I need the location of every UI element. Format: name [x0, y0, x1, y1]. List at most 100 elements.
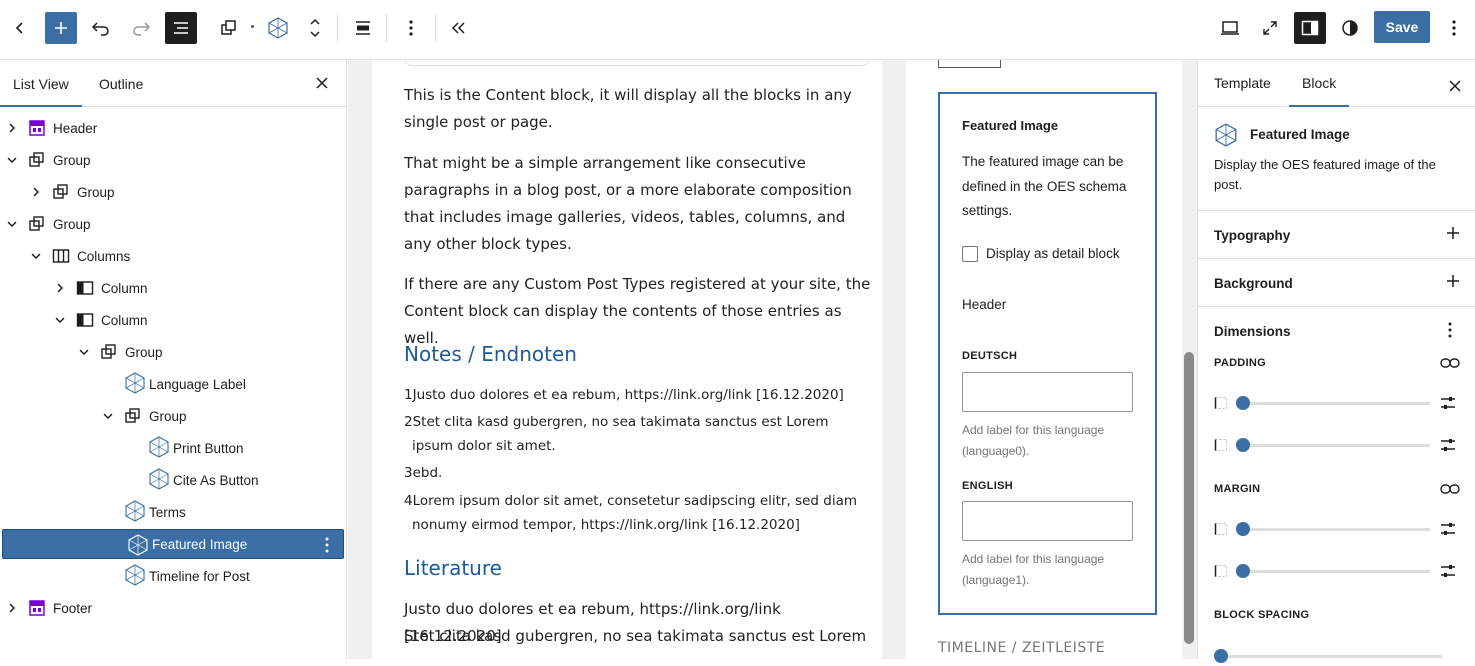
content-paragraph[interactable]: If there are any Custom Post Types regis… — [404, 271, 874, 352]
link-sides-icon[interactable] — [1440, 356, 1460, 375]
add-block-button[interactable] — [45, 12, 77, 44]
block-card-description: Display the OES featured image of the po… — [1214, 157, 1436, 192]
header-label: Header — [962, 297, 1007, 312]
list-view-item[interactable]: Columns — [0, 240, 347, 272]
featured-image-title: Featured Image — [962, 118, 1059, 133]
slider-thumb[interactable] — [1236, 564, 1250, 578]
block-spacing-label: BLOCK SPACING — [1214, 609, 1310, 621]
chevron-down-icon[interactable] — [78, 346, 90, 358]
slider-thumb[interactable] — [1236, 396, 1250, 410]
oes-block-icon[interactable] — [262, 12, 294, 44]
oes-block-icon — [1214, 123, 1238, 152]
note-item[interactable]: 3ebd. — [404, 461, 864, 485]
literature-item[interactable]: Stet clita kasd gubergren, no sea takima… — [404, 623, 874, 650]
group-icon — [124, 407, 142, 425]
note-item[interactable]: 4Lorem ipsum dolor sit amet, consetetur … — [404, 489, 864, 537]
plus-icon[interactable] — [1446, 271, 1460, 294]
chevron-right-icon[interactable] — [54, 282, 66, 294]
list-view-item[interactable]: Language Label — [0, 368, 347, 400]
chevron-down-icon[interactable] — [6, 154, 18, 166]
chevron-right-icon[interactable] — [30, 186, 42, 198]
list-view-item[interactable]: Column — [0, 304, 347, 336]
detail-block-label: Display as detail block — [986, 246, 1120, 261]
columns-icon — [52, 247, 70, 265]
move-up-down-icon[interactable] — [299, 12, 331, 44]
padding-top-slider[interactable] — [1214, 393, 1464, 416]
deutsch-label-input[interactable] — [962, 372, 1133, 412]
chevron-right-icon[interactable] — [6, 602, 18, 614]
collapse-toolbar-icon[interactable] — [442, 12, 474, 44]
notes-heading[interactable]: Notes / Endnoten — [404, 342, 577, 366]
slider-thumb[interactable] — [1236, 522, 1250, 536]
list-view-item[interactable]: Terms — [0, 496, 347, 528]
chevron-right-icon[interactable] — [6, 122, 18, 134]
list-view-item[interactable]: Group — [0, 336, 347, 368]
plus-icon[interactable] — [1446, 223, 1460, 246]
item-options-icon[interactable] — [325, 537, 329, 556]
save-button[interactable]: Save — [1374, 11, 1430, 43]
settings-sidebar-icon[interactable] — [1294, 12, 1326, 44]
chevron-down-icon[interactable] — [30, 250, 42, 262]
timeline-heading[interactable]: TIMELINE / ZEITLEISTE — [938, 640, 1105, 656]
list-view-item[interactable]: Header — [0, 112, 347, 144]
content-paragraph[interactable]: This is the Content block, it will displ… — [404, 82, 874, 136]
options-menu-icon[interactable] — [1438, 12, 1470, 44]
close-icon[interactable] — [316, 73, 328, 94]
list-view-icon[interactable] — [165, 12, 197, 44]
detail-block-checkbox[interactable] — [962, 246, 978, 262]
canvas-scrollbar[interactable] — [1184, 352, 1194, 644]
literature-heading[interactable]: Literature — [404, 556, 502, 580]
align-icon[interactable] — [347, 12, 379, 44]
desktop-preview-icon[interactable] — [1214, 12, 1246, 44]
slider-thumb[interactable] — [1236, 438, 1250, 452]
chevron-down-icon[interactable] — [102, 410, 114, 422]
content-paragraph[interactable]: That might be a simple arrangement like … — [404, 150, 874, 258]
template-part-icon — [28, 599, 46, 617]
custom-size-icon[interactable] — [1440, 563, 1456, 584]
link-sides-icon[interactable] — [1440, 482, 1460, 501]
list-view-item[interactable]: Footer — [0, 592, 347, 624]
margin-top-slider[interactable] — [1214, 519, 1464, 542]
chevron-down-icon[interactable] — [54, 314, 66, 326]
list-view-item[interactable]: Group — [0, 208, 347, 240]
custom-size-icon[interactable] — [1440, 395, 1456, 416]
tab-template[interactable]: Template — [1214, 75, 1271, 91]
note-item[interactable]: 1Justo duo dolores et ea rebum, https://… — [404, 383, 864, 407]
list-view-item[interactable]: Timeline for Post — [0, 560, 347, 592]
list-view-item[interactable]: Group — [0, 400, 347, 432]
english-label-input[interactable] — [962, 501, 1133, 541]
styles-icon[interactable] — [1334, 12, 1366, 44]
margin-side-slider[interactable] — [1214, 561, 1464, 584]
close-icon[interactable] — [1449, 76, 1461, 97]
column-icon — [76, 279, 94, 297]
back-icon[interactable] — [4, 12, 36, 44]
typography-panel[interactable]: Typography — [1198, 211, 1475, 259]
custom-size-icon[interactable] — [1440, 437, 1456, 458]
tab-outline[interactable]: Outline — [99, 76, 143, 92]
list-view-item[interactable]: Print Button — [0, 432, 347, 464]
featured-image-block[interactable]: Featured Image The featured image can be… — [938, 92, 1157, 615]
padding-side-slider[interactable] — [1214, 435, 1464, 458]
redo-icon[interactable] — [125, 12, 157, 44]
group-block-icon[interactable] — [213, 12, 245, 44]
list-view-item[interactable]: Group — [0, 176, 347, 208]
list-view-item[interactable]: Featured Image — [2, 529, 344, 559]
list-view-item[interactable]: Cite As Button — [0, 464, 347, 496]
fullscreen-icon[interactable] — [1254, 12, 1286, 44]
more-options-icon[interactable] — [395, 12, 427, 44]
custom-size-icon[interactable] — [1440, 521, 1456, 542]
list-view-item[interactable]: Group — [0, 144, 347, 176]
background-panel[interactable]: Background — [1198, 259, 1475, 307]
tab-list-view[interactable]: List View — [0, 76, 82, 107]
note-item[interactable]: 2Stet clita kasd gubergren, no sea takim… — [404, 410, 864, 458]
block-spacing-slider[interactable] — [1214, 646, 1448, 666]
side-icon — [1214, 564, 1228, 583]
list-view-item[interactable]: Column — [0, 272, 347, 304]
undo-icon[interactable] — [85, 12, 117, 44]
tab-block[interactable]: Block — [1288, 75, 1350, 107]
oes-icon — [124, 564, 145, 586]
dimensions-options-icon[interactable] — [1448, 322, 1452, 343]
chevron-down-icon[interactable] — [6, 218, 18, 230]
list-view-item-label: Language Label — [149, 376, 246, 392]
left-panel-tabs: List View Outline — [0, 60, 346, 107]
